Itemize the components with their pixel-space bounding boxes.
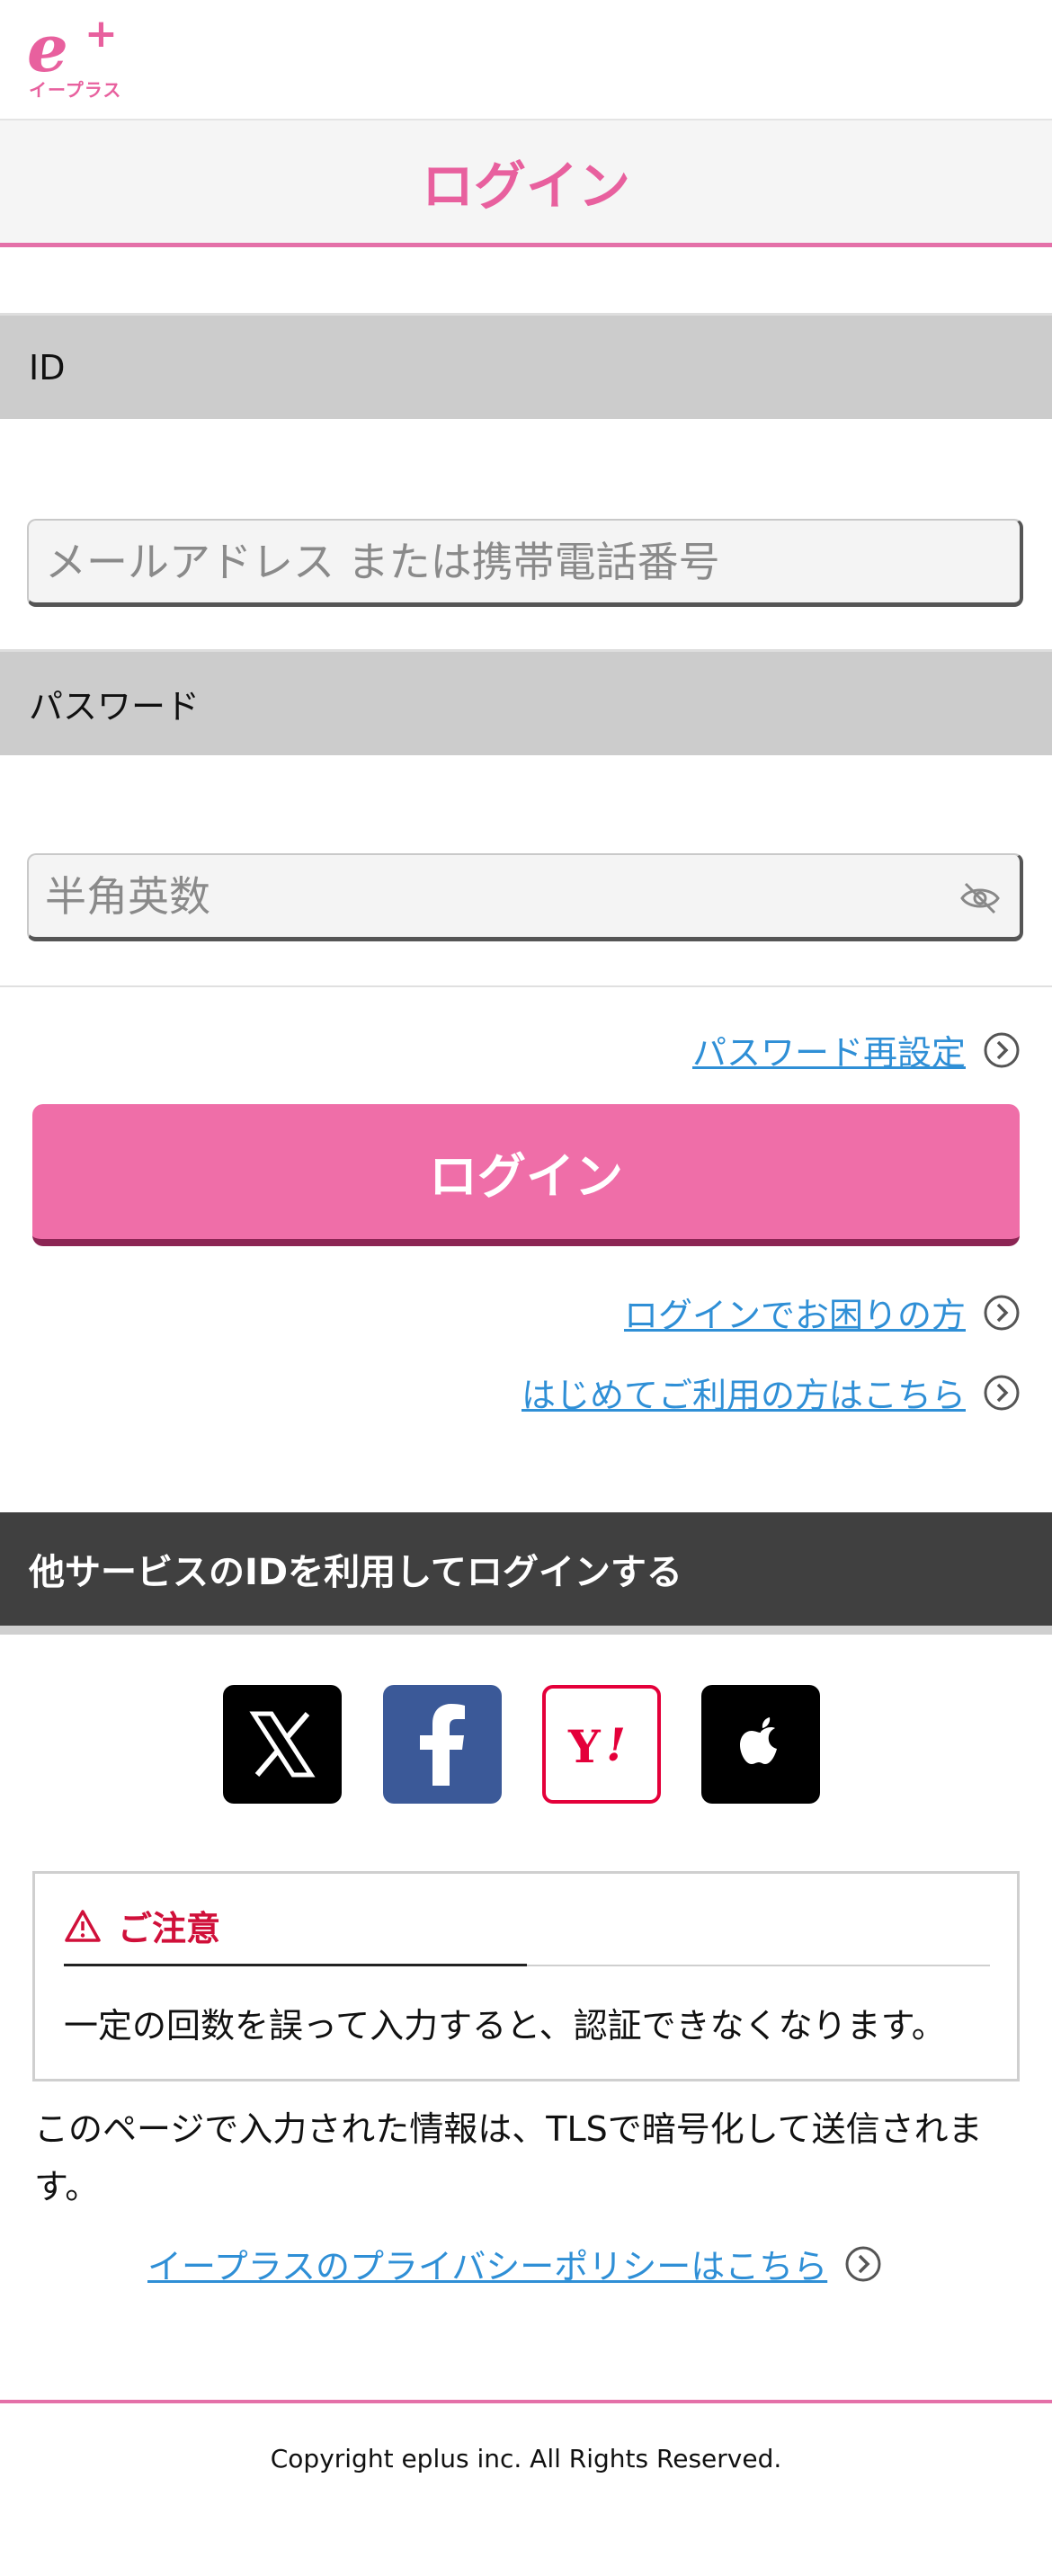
caution-header: ご注意 (64, 1901, 220, 1950)
warning-icon (65, 1909, 101, 1942)
caution-title: ご注意 (118, 1909, 221, 1948)
password-reset-link[interactable]: パスワード再設定 (692, 1025, 966, 1074)
logo-plus-mark: + (85, 11, 118, 57)
password-input[interactable] (29, 855, 1020, 937)
eplus-logo[interactable]: e + イープラス (25, 10, 124, 106)
apple-login-button[interactable] (701, 1685, 820, 1804)
id-label: ID (0, 313, 1052, 419)
facebook-login-button[interactable] (383, 1685, 502, 1804)
caution-box: ご注意 一定の回数を誤って入力すると、認証できなくなります。 (32, 1871, 1020, 2081)
caution-divider (64, 1964, 990, 1966)
svg-text:Y: Y (567, 1720, 602, 1771)
facebook-logo-icon (420, 1704, 465, 1786)
first-time-row: はじめてご利用の方はこちら (522, 1368, 1020, 1417)
login-button[interactable]: ログイン (32, 1104, 1020, 1246)
caution-text: 一定の回数を誤って入力すると、認証できなくなります。 (64, 2006, 946, 2046)
logo-text: イープラス (29, 79, 122, 101)
password-reset-row: パスワード再設定 (692, 1025, 1020, 1074)
yahoo-login-button[interactable]: Y ! (542, 1685, 661, 1804)
tls-notice: このページで入力された情報は、TLSで暗号化して送信されます。 (34, 2109, 983, 2206)
copyright-text: Copyright eplus inc. All Rights Reserved… (270, 2444, 782, 2473)
svg-text:!: ! (606, 1718, 626, 1771)
password-field-wrapper (27, 853, 1023, 941)
chevron-right-icon (984, 1295, 1020, 1330)
page-header: ログイン (0, 119, 1052, 247)
password-label: パスワード (0, 649, 1052, 755)
privacy-policy-link[interactable]: イープラスのプライバシーポリシーはこちら (147, 2239, 827, 2288)
yahoo-logo-icon: Y ! (567, 1718, 626, 1771)
footer-divider (0, 2400, 1052, 2403)
login-help-link[interactable]: ログインでお困りの方 (624, 1288, 966, 1337)
apple-logo-icon (740, 1717, 777, 1764)
chevron-right-icon (845, 2246, 881, 2281)
id-field-wrapper (27, 519, 1023, 607)
first-time-link[interactable]: はじめてご利用の方はこちら (522, 1368, 966, 1417)
x-login-button[interactable] (223, 1685, 342, 1804)
id-input[interactable] (29, 521, 1020, 602)
logo-e-mark: e (27, 10, 68, 86)
x-logo-icon (249, 1711, 316, 1778)
page-title: ログイン (421, 156, 630, 217)
login-help-row: ログインでお困りの方 (624, 1288, 1020, 1337)
other-services-heading: 他サービスのIDを利用してログインする (0, 1512, 1052, 1635)
privacy-row: イープラスのプライバシーポリシーはこちら (147, 2239, 881, 2288)
toggle-password-visibility-icon[interactable] (958, 880, 1002, 916)
chevron-right-icon (984, 1375, 1020, 1410)
form-divider (0, 985, 1052, 987)
chevron-right-icon (984, 1032, 1020, 1067)
